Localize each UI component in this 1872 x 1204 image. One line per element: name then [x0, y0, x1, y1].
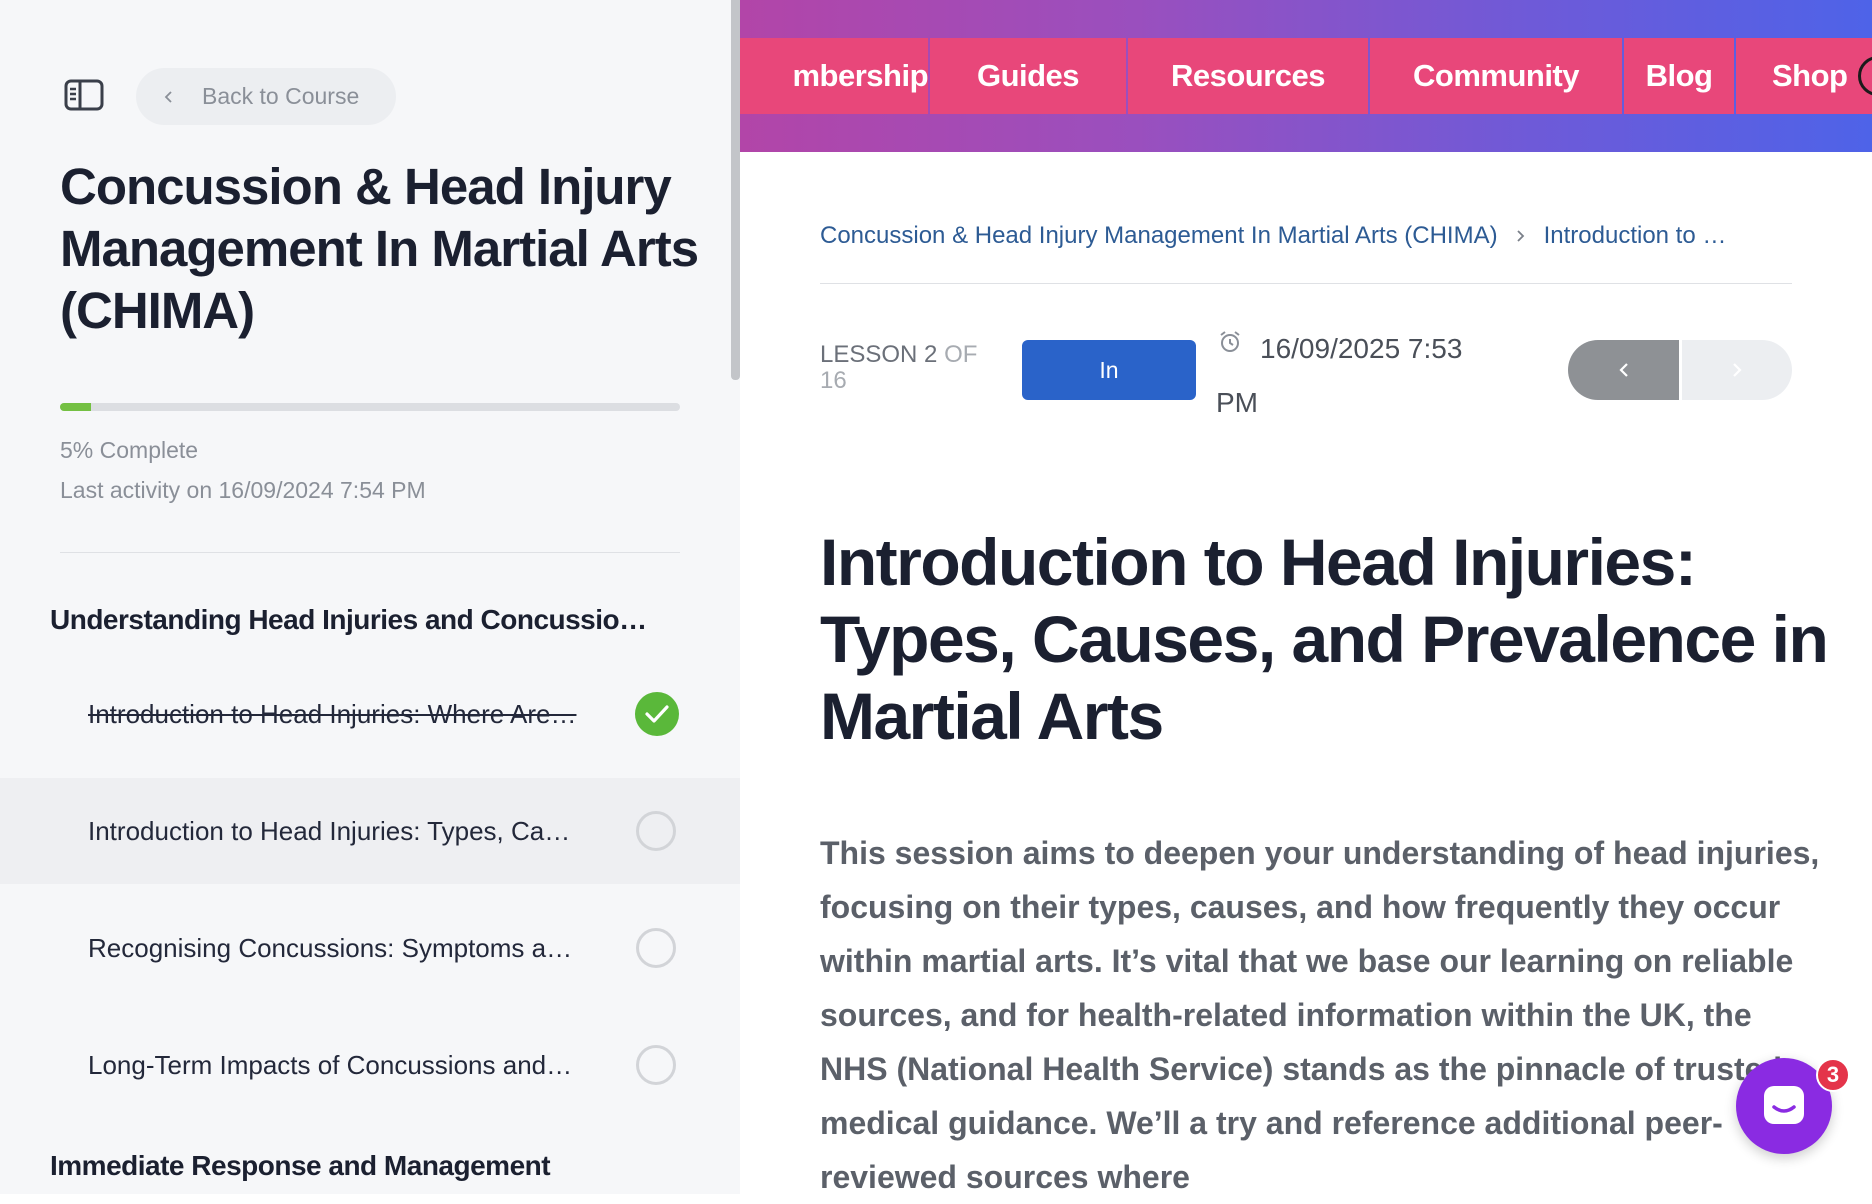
- chevron-left-icon: [1618, 363, 1628, 377]
- chevron-left-icon: [164, 90, 172, 103]
- chevron-right-icon: [1733, 363, 1742, 377]
- breadcrumb: Concussion & Head Injury Management In M…: [820, 222, 1726, 250]
- sidebar-scrollbar[interactable]: [731, 0, 740, 380]
- nav-item-community[interactable]: Community: [1370, 38, 1622, 114]
- nav-item-shop[interactable]: Shop: [1736, 38, 1872, 114]
- check-complete-icon: [635, 692, 679, 736]
- lesson-total: 16: [820, 367, 847, 394]
- nav-item-membership[interactable]: mbership: [740, 38, 928, 114]
- course-sidebar: Back to Course Concussion & Head Injury …: [0, 0, 740, 1194]
- incomplete-circle-icon: [636, 811, 676, 851]
- lesson-status-button[interactable]: In: [1022, 340, 1196, 400]
- sidebar-toggle-icon[interactable]: [64, 78, 104, 112]
- section-title-understanding[interactable]: Understanding Head Injuries and Concussi…: [50, 604, 690, 636]
- course-progress-bar: [60, 403, 680, 411]
- sidebar-divider: [60, 552, 680, 553]
- section-title-immediate-response[interactable]: Immediate Response and Management: [50, 1150, 690, 1182]
- content-divider: [820, 283, 1792, 284]
- nav-item-label: Resources: [1170, 58, 1326, 93]
- breadcrumb-course-link[interactable]: Concussion & Head Injury Management In M…: [820, 222, 1498, 250]
- next-lesson-button[interactable]: [1682, 340, 1792, 400]
- lesson-item-label: Introduction to Head Injuries: Types, Ca…: [88, 815, 571, 846]
- lesson-date: 16/09/2025 7:53 PM: [1216, 333, 1463, 418]
- lesson-item-label: Recognising Concussions: Symptoms a…: [88, 932, 573, 963]
- site-top-nav: mbership Guides Resources Community Blog…: [740, 0, 1872, 152]
- lesson-body-text: This session aims to deepen your underst…: [820, 835, 1820, 1195]
- progress-label: 5% Complete: [60, 437, 199, 463]
- lesson-item-4[interactable]: Long-Term Impacts of Concussions and…: [0, 1012, 740, 1118]
- chat-icon: [1764, 1086, 1804, 1124]
- breadcrumb-lesson-link[interactable]: Introduction to …: [1544, 222, 1727, 250]
- lesson-item-2[interactable]: Introduction to Head Injuries: Types, Ca…: [0, 778, 740, 884]
- lesson-number: LESSON 2: [820, 341, 938, 368]
- course-title[interactable]: Concussion & Head Injury Management In M…: [60, 156, 700, 342]
- lesson-item-3[interactable]: Recognising Concussions: Symptoms a…: [0, 895, 740, 1001]
- nav-item-label: Shop: [1772, 58, 1848, 93]
- previous-lesson-button[interactable]: [1568, 340, 1679, 400]
- nav-item-label: Guides: [976, 58, 1080, 93]
- nav-item-label: Community: [1413, 58, 1580, 93]
- lesson-of: OF: [944, 341, 978, 368]
- nav-item-label: Blog: [1645, 58, 1713, 93]
- nav-item-label: mbership: [792, 58, 928, 93]
- nav-item-guides[interactable]: Guides: [930, 38, 1126, 114]
- back-to-course-label: Back to Course: [202, 83, 360, 109]
- chevron-right-icon: [1516, 230, 1524, 242]
- back-to-course-button[interactable]: Back to Course: [136, 68, 396, 125]
- incomplete-circle-icon: [636, 1045, 676, 1085]
- lesson-title: Introduction to Head Injuries: Types, Ca…: [820, 525, 1829, 753]
- lesson-item-label: Long-Term Impacts of Concussions and…: [88, 1049, 573, 1080]
- chat-notification-badge: 3: [1816, 1058, 1850, 1092]
- lesson-position: LESSON 2 OF 16: [820, 342, 1000, 394]
- lesson-item-label: Introduction to Head Injuries: Where Are…: [88, 698, 577, 729]
- nav-item-blog[interactable]: Blog: [1624, 38, 1734, 114]
- nav-item-resources[interactable]: Resources: [1128, 38, 1368, 114]
- last-activity: Last activity on 16/09/2024 7:54 PM: [60, 477, 426, 503]
- course-progress-fill: [60, 403, 91, 411]
- incomplete-circle-icon: [636, 928, 676, 968]
- lesson-item-1[interactable]: Introduction to Head Injuries: Where Are…: [0, 661, 740, 767]
